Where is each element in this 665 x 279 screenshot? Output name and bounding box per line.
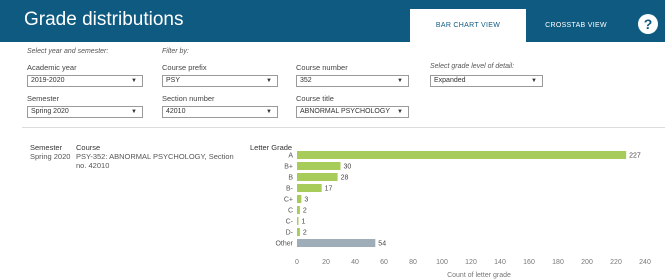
category-label: C-: [286, 219, 294, 226]
bar[interactable]: [297, 228, 300, 236]
bar[interactable]: [297, 195, 302, 203]
category-label: D-: [286, 230, 294, 237]
x-tick-label: 120: [465, 259, 477, 266]
x-tick-label: 0: [295, 259, 299, 266]
x-tick-label: 160: [523, 259, 535, 266]
category-label: Other: [275, 241, 293, 248]
category-label: C+: [284, 197, 293, 204]
bar[interactable]: [297, 162, 341, 170]
bar[interactable]: [297, 151, 627, 159]
grade-distribution-chart: A 227 B+ 30 B 28 B- 17 C+ 3 C 2 C- 1 D- 2 Other 54 0 20 40 60…: [275, 151, 651, 279]
bar-value-label: 3: [304, 197, 308, 204]
category-label: B-: [286, 186, 294, 193]
bar-value-label: 2: [303, 208, 307, 215]
category-label: A: [288, 153, 293, 160]
x-tick-label: 80: [409, 259, 417, 266]
bar-value-label: 17: [325, 186, 333, 193]
x-tick-label: 60: [380, 259, 388, 266]
bar[interactable]: [297, 206, 300, 214]
bar[interactable]: [297, 184, 322, 192]
category-label: B: [288, 175, 293, 182]
bar-value-label: 28: [341, 175, 349, 182]
bar-value-label: 1: [301, 219, 305, 226]
x-tick-label: 100: [436, 259, 448, 266]
x-tick-label: 40: [351, 259, 359, 266]
bar[interactable]: [297, 239, 376, 247]
category-label: B+: [284, 164, 293, 171]
x-tick-label: 220: [610, 259, 622, 266]
x-tick-label: 200: [581, 259, 593, 266]
x-tick-label: 180: [552, 259, 564, 266]
x-tick-label: 140: [494, 259, 506, 266]
bar[interactable]: [297, 173, 338, 181]
bar[interactable]: [297, 217, 299, 225]
bar-value-label: 227: [629, 153, 641, 160]
bar-value-label: 54: [378, 241, 386, 248]
x-tick-label: 240: [639, 259, 651, 266]
bar-value-label: 2: [303, 230, 307, 237]
x-axis-label: Count of letter grade: [447, 272, 511, 279]
bar-value-label: 30: [344, 164, 352, 171]
category-label: C: [288, 208, 293, 215]
x-tick-label: 20: [322, 259, 330, 266]
